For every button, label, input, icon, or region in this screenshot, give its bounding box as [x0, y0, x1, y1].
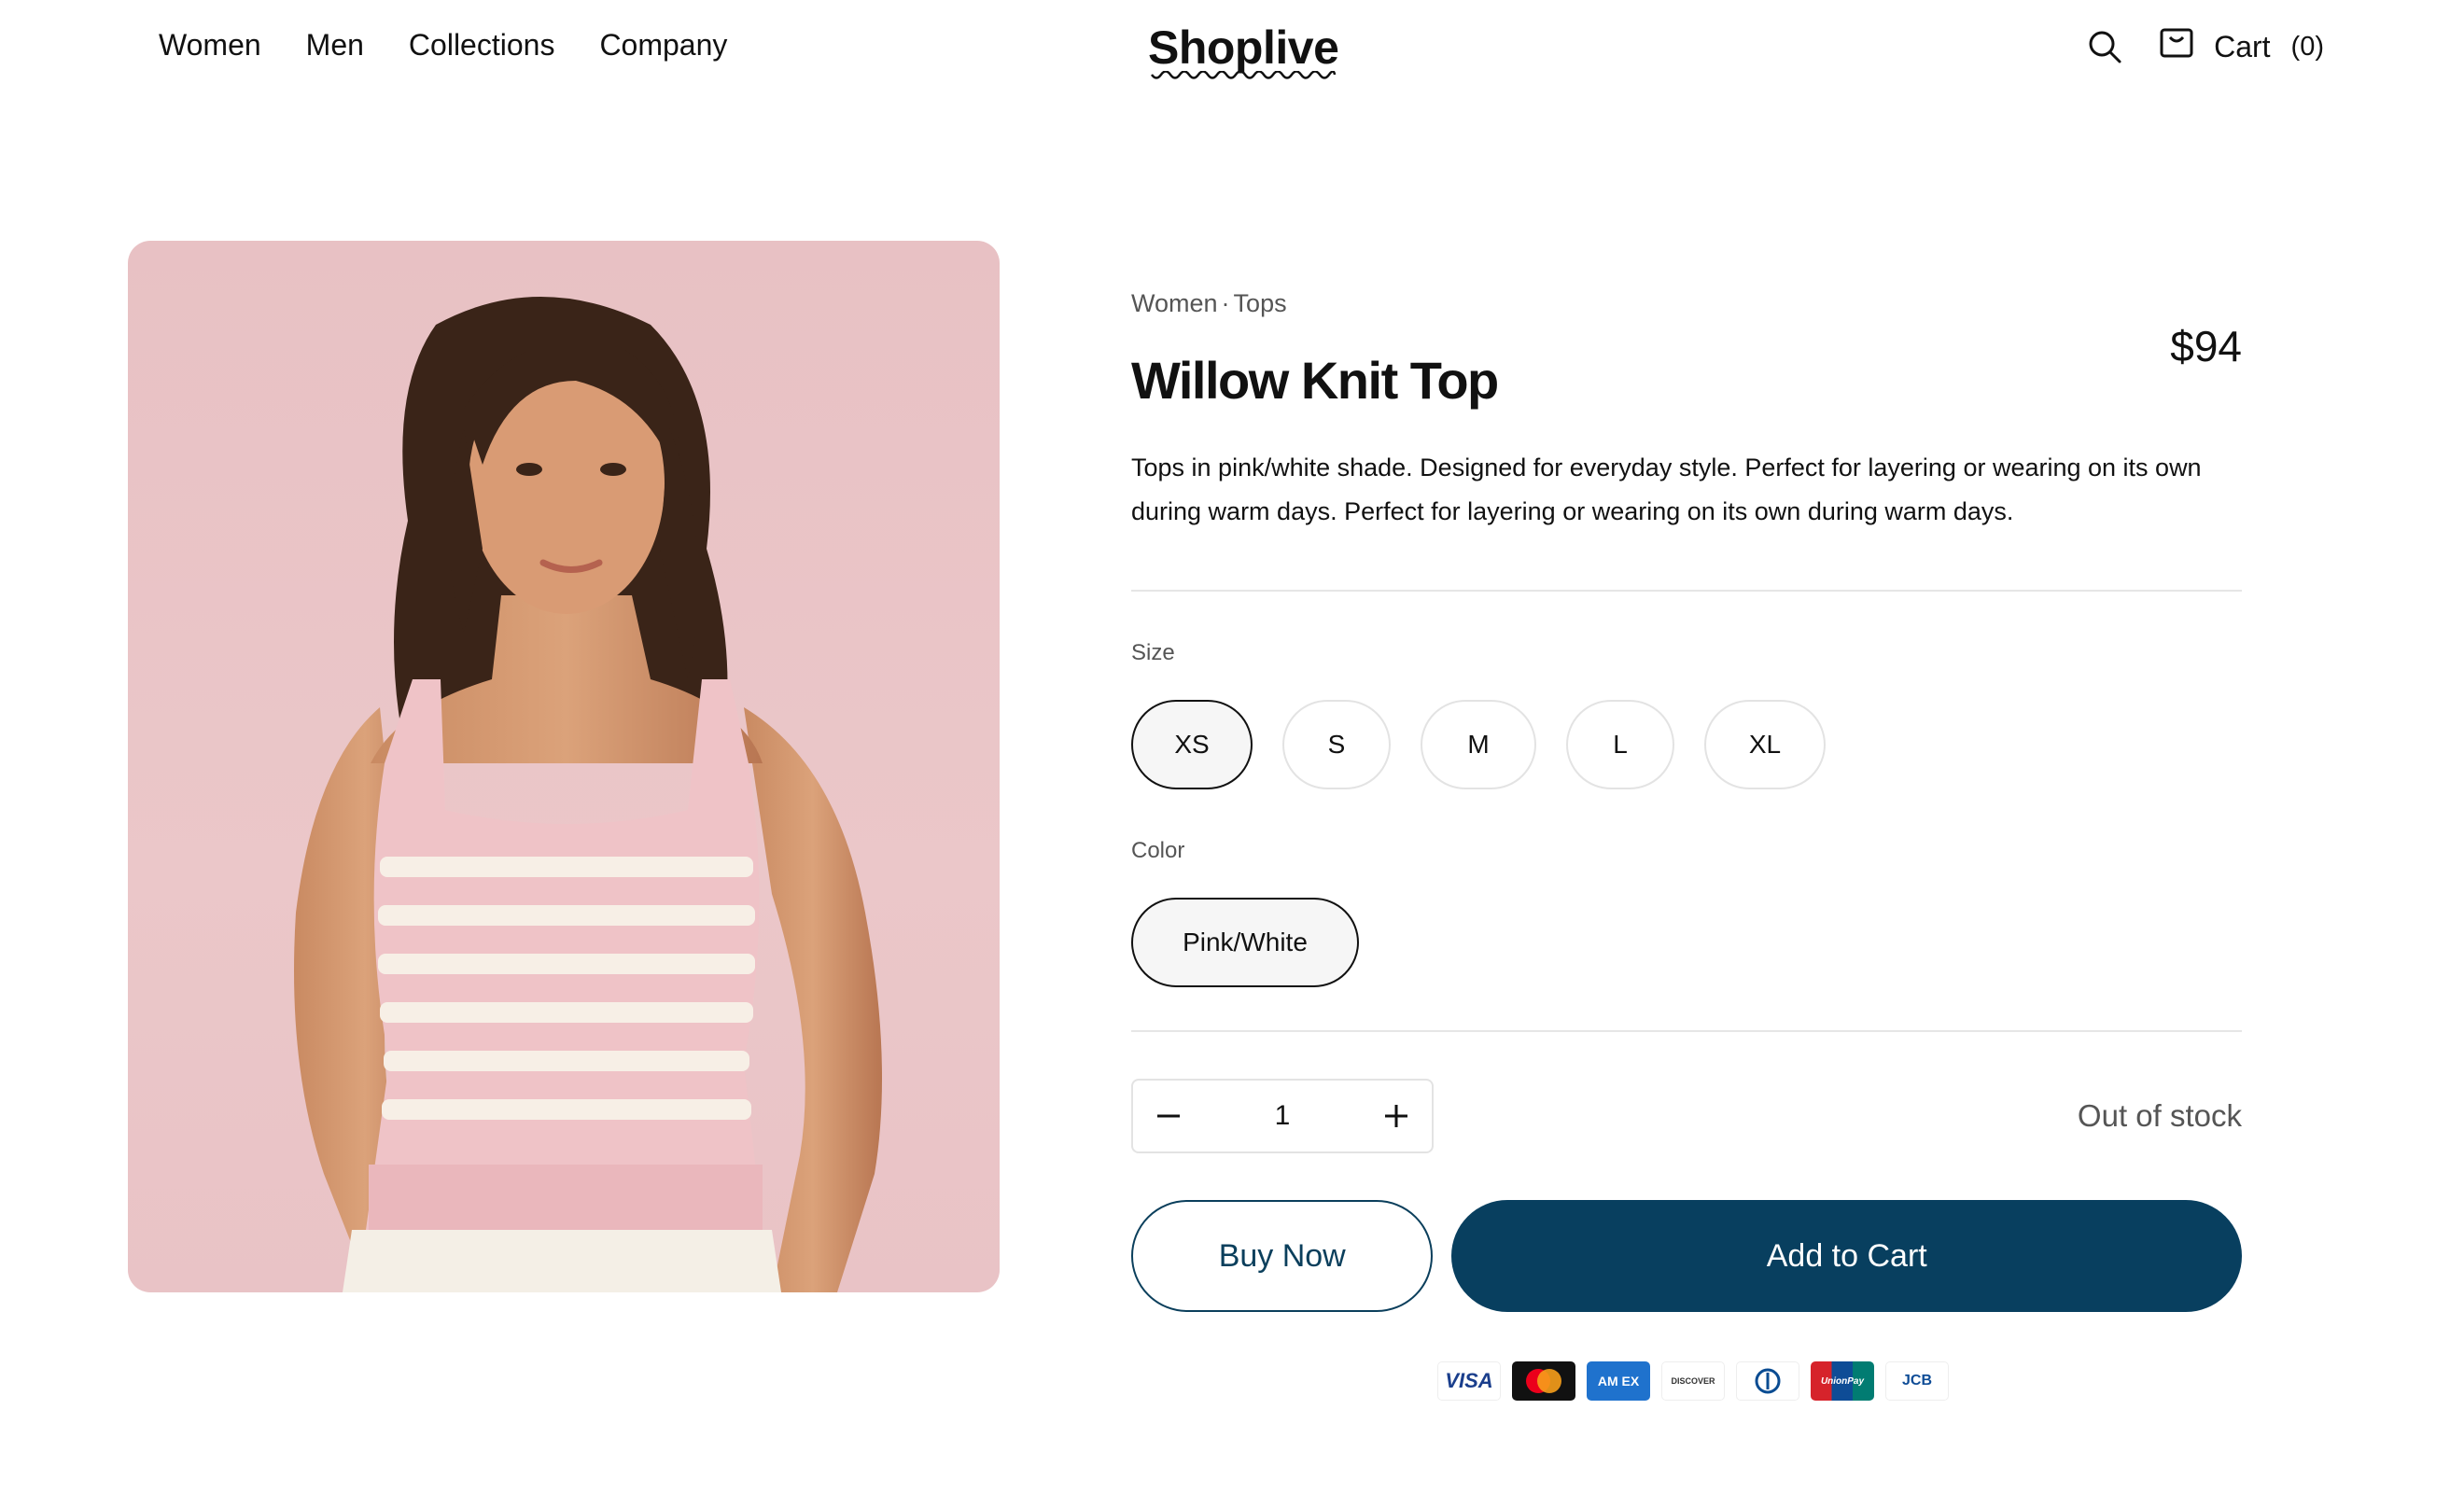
product-description: Tops in pink/white shade. Designed for e… [1131, 453, 2202, 525]
breadcrumb-separator: · [1221, 289, 1230, 317]
product-image [128, 241, 1000, 1292]
discover-icon: DISCOVER [1661, 1361, 1725, 1401]
cart-label: Cart [2214, 29, 2271, 63]
jcb-icon: JCB [1885, 1361, 1949, 1401]
divider [1131, 1030, 2242, 1032]
color-option-pink-white[interactable]: Pink/White [1131, 898, 1359, 987]
quantity-value[interactable]: 1 [1275, 1100, 1291, 1132]
stock-status: Out of stock [2077, 1098, 2242, 1133]
cart-count: (0) [2290, 31, 2324, 62]
size-option-l[interactable]: L [1566, 700, 1674, 789]
breadcrumb-category[interactable]: Women [1131, 289, 1218, 318]
divider [1131, 590, 2242, 592]
model-photo-illustration [294, 297, 882, 1292]
size-option-xs[interactable]: XS [1131, 700, 1253, 789]
nav-men[interactable]: Men [306, 28, 364, 63]
main-nav: Women Men Collections Company [159, 28, 727, 63]
purchase-actions: Buy Now Add to Cart [1131, 1200, 2242, 1312]
minus-icon[interactable] [1150, 1097, 1187, 1135]
quantity-stepper: 1 [1131, 1079, 1434, 1153]
quantity-row: 1 Out of stock [1131, 1079, 2242, 1153]
search-icon[interactable] [2087, 29, 2122, 64]
amex-icon: AM EX [1587, 1361, 1650, 1401]
logo-underline-icon [1150, 71, 1337, 79]
nav-company[interactable]: Company [599, 28, 727, 63]
product-title: Willow Knit Top [1131, 351, 1499, 410]
product-price: $94 [2170, 322, 2242, 370]
cart-icon [2160, 28, 2193, 65]
buy-now-button[interactable]: Buy Now [1131, 1200, 1434, 1312]
breadcrumb-subcategory[interactable]: Tops [1234, 289, 1287, 318]
color-label: Color [1131, 838, 1185, 863]
payment-methods: VISA AM EX DISCOVER UnionPay JCB [1437, 1361, 1949, 1401]
nav-women[interactable]: Women [159, 28, 261, 63]
breadcrumb: Women · Tops [1131, 289, 2242, 318]
site-logo[interactable]: Shoplive [1148, 21, 1339, 75]
size-option-s[interactable]: S [1282, 700, 1391, 789]
mastercard-icon [1512, 1361, 1575, 1401]
size-options: XS S M L XL [1131, 700, 2242, 789]
plus-icon[interactable] [1378, 1097, 1415, 1135]
unionpay-icon: UnionPay [1811, 1361, 1874, 1401]
jcb-label: JCB [1901, 1373, 1932, 1388]
visa-icon: VISA [1437, 1361, 1501, 1401]
header-actions: Cart (0) [2087, 28, 2324, 65]
product-details: Women · Tops $94 Willow Knit Top Tops in p… [1131, 289, 2242, 1312]
diners-club-icon [1736, 1361, 1799, 1401]
size-option-m[interactable]: M [1421, 700, 1536, 789]
cart-button[interactable]: Cart (0) [2160, 28, 2324, 65]
size-label: Size [1131, 640, 1175, 665]
color-options: Pink/White [1131, 898, 2242, 987]
add-to-cart-button[interactable]: Add to Cart [1451, 1200, 2242, 1312]
nav-collections[interactable]: Collections [409, 28, 555, 63]
size-option-xl[interactable]: XL [1704, 700, 1826, 789]
